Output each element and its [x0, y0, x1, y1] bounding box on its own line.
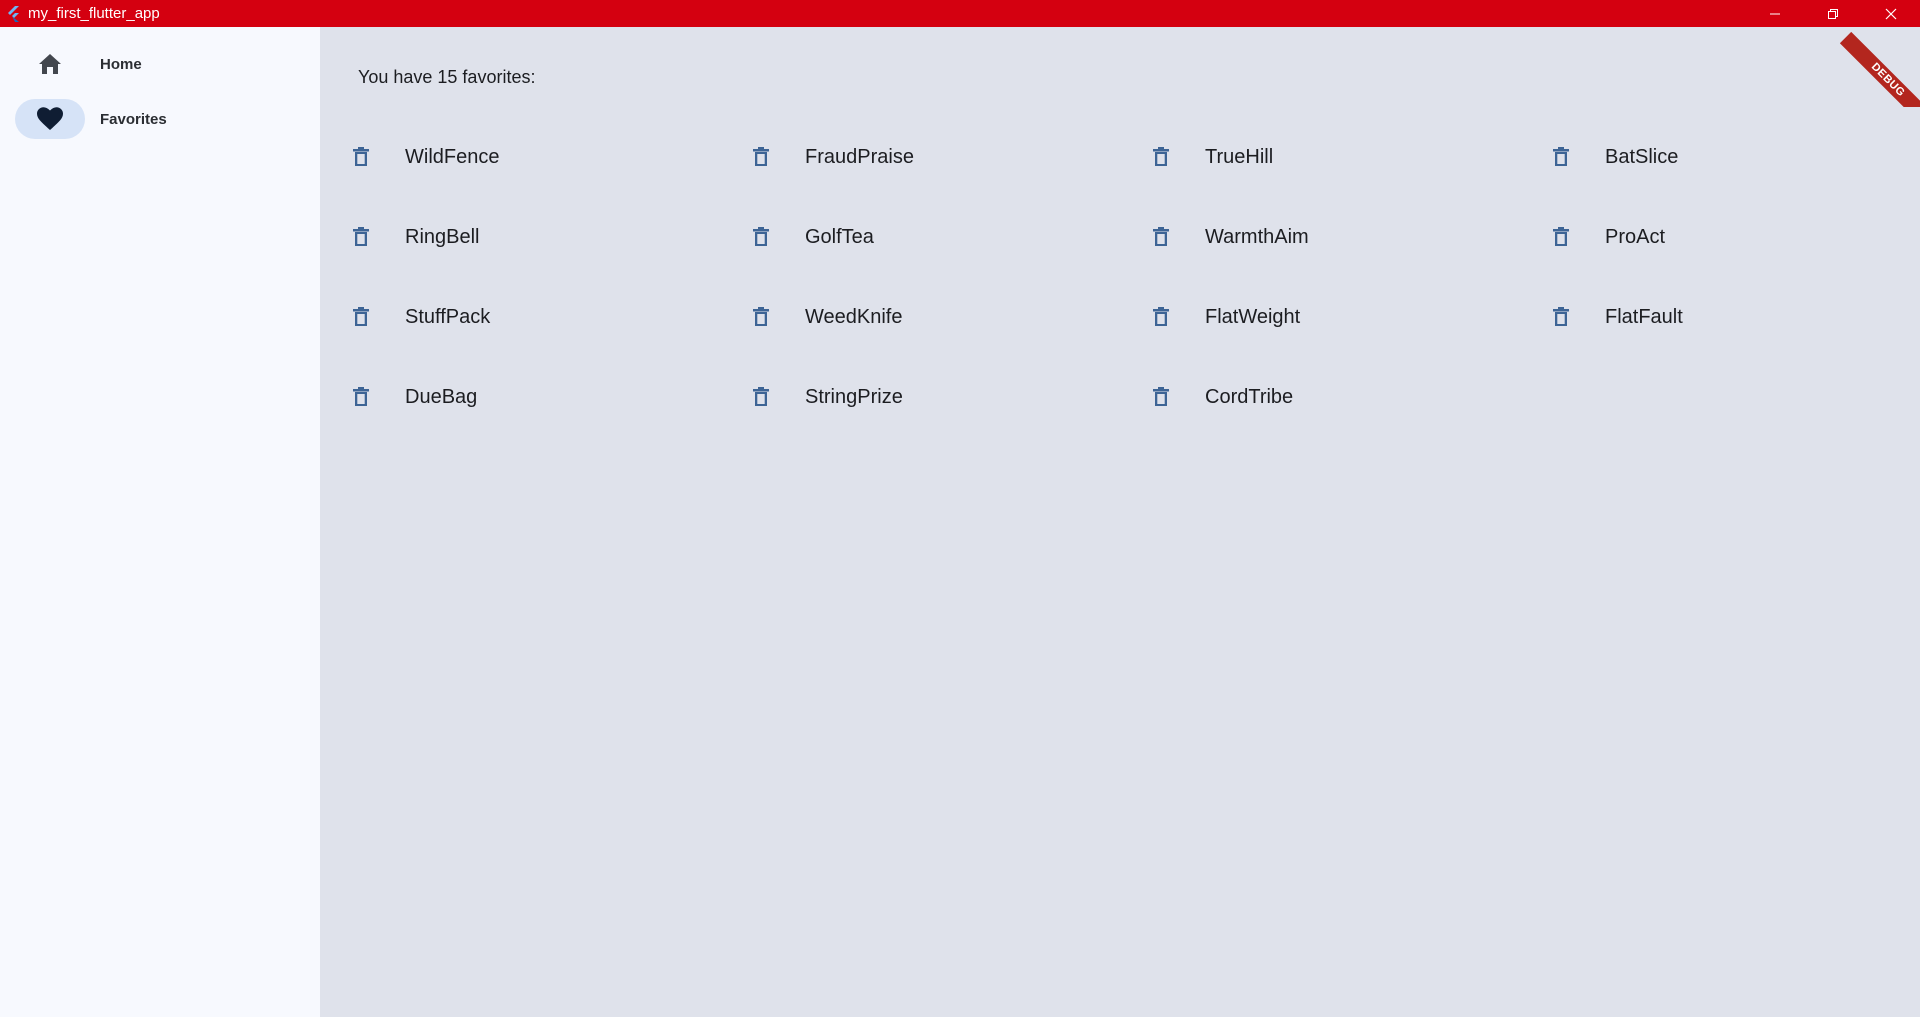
close-button[interactable]: [1862, 0, 1920, 27]
trash-icon: [1553, 307, 1569, 326]
delete-favorite-button[interactable]: [1541, 137, 1581, 177]
trash-icon: [1153, 307, 1169, 326]
trash-icon: [353, 387, 369, 406]
window-title: my_first_flutter_app: [28, 5, 160, 22]
favorite-name: ProAct: [1605, 225, 1666, 248]
favorite-name: WarmthAim: [1205, 225, 1309, 248]
delete-favorite-button[interactable]: [1541, 217, 1581, 257]
favorite-item: BatSlice: [1520, 117, 1920, 197]
favorite-name: FlatWeight: [1205, 305, 1301, 328]
delete-favorite-button[interactable]: [741, 297, 781, 337]
favorite-name: StuffPack: [405, 305, 491, 328]
favorites-count-heading: You have 15 favorites:: [358, 67, 536, 87]
flutter-icon: [0, 0, 27, 27]
delete-favorite-button[interactable]: [341, 377, 381, 417]
favorite-item: StringPrize: [720, 357, 1120, 437]
favorite-name: FlatFault: [1605, 305, 1683, 328]
trash-icon: [1153, 147, 1169, 166]
heart-icon: [37, 107, 63, 130]
trash-icon: [353, 227, 369, 246]
trash-icon: [353, 147, 369, 166]
favorite-name: WildFence: [405, 145, 500, 168]
favorite-name: FraudPraise: [805, 145, 914, 168]
debug-banner: DEBUG: [1840, 31, 1920, 107]
delete-favorite-button[interactable]: [1141, 297, 1181, 337]
favorite-name: GolfTea: [805, 225, 874, 248]
favorite-item: RingBell: [320, 197, 720, 277]
favorite-item: ProAct: [1520, 197, 1920, 277]
favorite-item: FlatFault: [1520, 277, 1920, 357]
favorite-item: FraudPraise: [720, 117, 1120, 197]
delete-favorite-button[interactable]: [741, 377, 781, 417]
delete-favorite-button[interactable]: [341, 217, 381, 257]
delete-favorite-button[interactable]: [341, 297, 381, 337]
debug-banner-container: DEBUG: [1840, 27, 1920, 107]
favorite-item: WildFence: [320, 117, 720, 197]
favorite-item: WeedKnife: [720, 277, 1120, 357]
restore-icon: [1828, 8, 1838, 19]
favorite-item: WarmthAim: [1120, 197, 1520, 277]
favorite-item: GolfTea: [720, 197, 1120, 277]
trash-icon: [1553, 227, 1569, 246]
delete-favorite-button[interactable]: [741, 217, 781, 257]
favorite-item: CordTribe: [1120, 357, 1520, 437]
trash-icon: [1153, 227, 1169, 246]
favorite-name: TrueHill: [1205, 145, 1274, 168]
favorite-name: CordTribe: [1205, 385, 1294, 408]
window-controls: [1746, 0, 1920, 27]
favorite-item: StuffPack: [320, 277, 720, 357]
delete-favorite-button[interactable]: [1541, 297, 1581, 337]
navigation-rail: Home Favorites: [0, 27, 320, 1017]
favorite-name: BatSlice: [1605, 145, 1679, 168]
trash-icon: [753, 307, 769, 326]
minimize-button[interactable]: [1746, 0, 1804, 27]
delete-favorite-button[interactable]: [1141, 137, 1181, 177]
favorite-item: TrueHill: [1120, 117, 1520, 197]
trash-icon: [353, 307, 369, 326]
nav-indicator-home: [15, 44, 85, 84]
nav-item-home[interactable]: Home: [0, 40, 320, 88]
delete-favorite-button[interactable]: [341, 137, 381, 177]
favorite-name: StringPrize: [805, 385, 903, 408]
restore-button[interactable]: [1804, 0, 1862, 27]
window-titlebar: my_first_flutter_app: [0, 0, 1920, 27]
delete-favorite-button[interactable]: [741, 137, 781, 177]
favorite-name: DueBag: [405, 385, 478, 408]
trash-icon: [1153, 387, 1169, 406]
home-icon: [39, 54, 61, 74]
nav-label-favorites: Favorites: [100, 110, 167, 128]
trash-icon: [753, 387, 769, 406]
nav-item-favorites[interactable]: Favorites: [0, 95, 320, 143]
favorites-page: You have 15 favorites: WildFence FraudPra…: [320, 27, 1920, 1017]
delete-favorite-button[interactable]: [1141, 217, 1181, 257]
trash-icon: [1553, 147, 1569, 166]
trash-icon: [753, 147, 769, 166]
delete-favorite-button[interactable]: [1141, 377, 1181, 417]
nav-indicator-favorites: [15, 99, 85, 139]
close-icon: [1885, 8, 1897, 19]
minimize-icon: [1770, 13, 1780, 14]
favorite-name: WeedKnife: [805, 305, 903, 328]
trash-icon: [753, 227, 769, 246]
favorite-name: RingBell: [405, 225, 480, 248]
favorite-item: DueBag: [320, 357, 720, 437]
nav-label-home: Home: [100, 55, 142, 73]
favorite-item: FlatWeight: [1120, 277, 1520, 357]
favorites-grid: WildFence FraudPraise TrueHill BatSlice Ring…: [320, 117, 1920, 437]
